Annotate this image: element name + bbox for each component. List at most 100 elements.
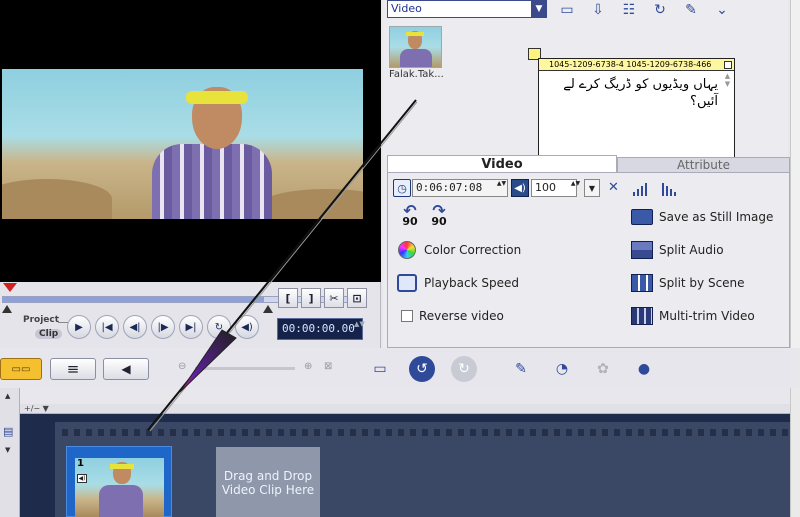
split-audio-label: Split Audio (659, 243, 724, 257)
timeline-view-button[interactable]: ≡ (50, 358, 96, 380)
ruler-zoom-label[interactable]: +/− ▼ (24, 404, 49, 413)
enlarge-preview-button[interactable]: ⊡ (347, 288, 367, 308)
split-audio-button[interactable]: Split Audio (631, 239, 724, 261)
scroll-down-icon[interactable]: ▼ (5, 446, 10, 454)
storyboard-clip-thumbnail[interactable] (75, 458, 164, 517)
chevron-down-icon[interactable]: ▼ (531, 0, 547, 18)
track-manager-icon[interactable]: ▤ (3, 425, 13, 438)
trim-in-marker[interactable] (2, 305, 12, 313)
annotation-note-text: یہاں ویڈیوں کو ڈریگ کرے لے آئیں؟ (563, 77, 718, 109)
undo-icon[interactable]: ↺ (409, 356, 435, 382)
cut-clip-button[interactable]: ✂ (324, 288, 344, 308)
scroll-up-icon[interactable]: ▲ (5, 392, 10, 400)
redo-icon[interactable]: ↻ (451, 356, 477, 382)
library-scrollbar[interactable] (790, 0, 800, 348)
library-category-value: Video (391, 2, 422, 15)
library-clip-thumbnail[interactable] (389, 26, 442, 68)
clock-icon: ◷ (393, 179, 411, 197)
film-sprocket-strip (62, 429, 790, 436)
fade-out-icon[interactable] (662, 180, 684, 196)
reverse-video-option[interactable]: Reverse video (401, 309, 504, 323)
playhead-marker[interactable] (3, 283, 17, 292)
expand-icon[interactable]: ⌄ (711, 0, 733, 20)
clip-audio-icon: ◀) (77, 474, 87, 483)
rotate-left-label: 90 (402, 215, 418, 228)
frame-hill (262, 189, 363, 219)
zoom-out-icon[interactable]: ⊖ (178, 361, 186, 372)
volume-spinner[interactable]: ▲▼ (570, 180, 581, 196)
tab-attribute[interactable]: Attribute (617, 157, 790, 173)
create-disc-icon[interactable]: ● (631, 356, 657, 382)
import-icon[interactable]: ⇩ (587, 0, 609, 20)
sort-icon[interactable]: ☷ (618, 0, 640, 20)
trim-out-marker[interactable] (263, 305, 273, 313)
options-icon[interactable]: ✎ (680, 0, 702, 20)
mark-in-button[interactable]: [ (278, 288, 298, 308)
system-volume-button[interactable]: ◀) (235, 315, 259, 339)
clip-index-badge: 1 (77, 458, 84, 469)
frame-figure-body (152, 144, 272, 219)
storyboard-view-button[interactable]: ▭▭ (0, 358, 42, 380)
storyboard-scrollbar[interactable] (790, 388, 800, 517)
color-correction-label: Color Correction (424, 243, 522, 257)
next-frame-button[interactable]: |▶ (151, 315, 175, 339)
scrub-bar-fill (2, 297, 264, 302)
refresh-icon[interactable]: ↻ (649, 0, 671, 20)
color-wheel-icon (396, 239, 418, 261)
save-still-image-button[interactable]: Save as Still Image (631, 206, 773, 228)
playback-speed-button[interactable]: Playback Speed (396, 272, 519, 294)
split-by-scene-button[interactable]: Split by Scene (631, 272, 745, 294)
reverse-video-label: Reverse video (419, 309, 504, 323)
audio-view-button[interactable]: ◀ (103, 358, 149, 380)
output-tools: ✎ ◔ ✿ ● (508, 356, 657, 382)
library-toolbar: ▭ ⇩ ☷ ↻ ✎ ⌄ (556, 0, 733, 20)
open-file-icon[interactable]: ▭ (367, 356, 393, 382)
clip-duration-field[interactable]: 0:06:07:08 (412, 179, 508, 197)
fade-in-icon[interactable] (633, 180, 655, 196)
repeat-button[interactable]: ↻ (207, 315, 231, 339)
duration-spinner[interactable]: ▲▼ (496, 180, 507, 196)
home-button[interactable]: |◀ (95, 315, 119, 339)
close-icon[interactable] (724, 61, 732, 69)
mute-icon[interactable]: ✕ (608, 180, 619, 195)
color-correction-button[interactable]: Color Correction (396, 239, 521, 261)
fit-project-icon[interactable]: ⊠ (324, 361, 332, 372)
thumb-figure-body (400, 49, 432, 67)
playback-speed-label: Playback Speed (424, 276, 519, 290)
previous-frame-button[interactable]: ◀| (123, 315, 147, 339)
timecode-display[interactable]: 00:00:00.00 (277, 318, 363, 340)
rotate-right-button[interactable]: ↷ 90 (428, 203, 450, 228)
smart-render-icon[interactable]: ✿ (590, 356, 616, 382)
split-audio-icon (631, 239, 653, 261)
mode-project-label[interactable]: Project (23, 315, 59, 325)
mark-out-button[interactable]: ] (301, 288, 321, 308)
timeline-view-icon: ≡ (66, 360, 80, 378)
timeline-ruler[interactable]: +/− ▼ (20, 404, 790, 414)
split-by-scene-label: Split by Scene (659, 276, 745, 290)
annotation-note (538, 58, 735, 162)
timecode-spinner[interactable]: ▲▼ (354, 319, 365, 339)
mode-clip-label[interactable]: Clip (35, 329, 63, 339)
library-category-select[interactable]: Video (387, 0, 547, 18)
edit-tools: ▭ ↺ ↻ (367, 356, 477, 382)
share-icon[interactable]: ◔ (549, 356, 575, 382)
volume-slider-dropdown[interactable]: ▼ (584, 179, 600, 197)
rotate-left-button[interactable]: ↶ 90 (399, 203, 421, 228)
camera-icon (631, 206, 653, 228)
play-button[interactable]: ▶ (67, 315, 91, 339)
multi-trim-video-button[interactable]: Multi-trim Video (631, 305, 755, 327)
tab-video[interactable]: Video (387, 155, 617, 173)
speaker-icon[interactable]: ◀) (511, 179, 529, 197)
zoom-in-icon[interactable]: ⊕ (304, 361, 312, 372)
multi-trim-video-label: Multi-trim Video (659, 309, 755, 323)
drop-zone[interactable]: Drag and Drop Video Clip Here (216, 447, 320, 517)
rotate-right-label: 90 (431, 215, 447, 228)
reverse-video-checkbox[interactable] (401, 310, 413, 322)
folder-icon[interactable]: ▭ (556, 0, 578, 20)
multi-trim-icon (631, 305, 653, 327)
split-scene-icon (631, 272, 653, 294)
zoom-slider[interactable] (195, 367, 295, 370)
end-button[interactable]: ▶| (179, 315, 203, 339)
annotation-note-scrollbar[interactable]: ▲ ▼ (722, 72, 733, 160)
record-capture-icon[interactable]: ✎ (508, 356, 534, 382)
